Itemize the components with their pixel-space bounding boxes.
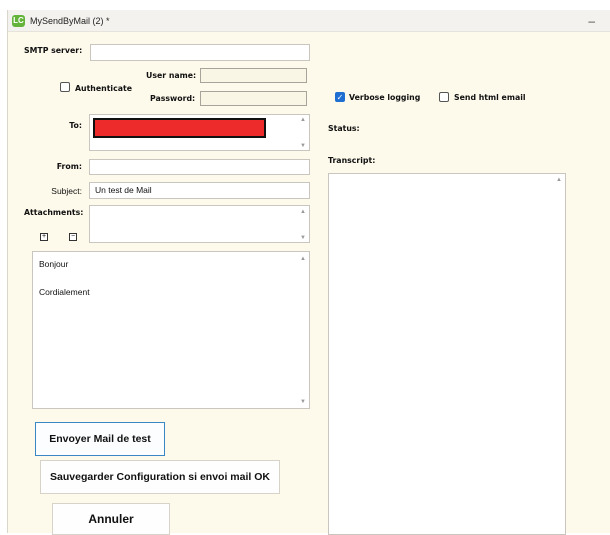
scroll-down-arrow-icon[interactable]: ▼: [300, 399, 306, 405]
send-test-mail-button[interactable]: Envoyer Mail de test: [35, 422, 165, 456]
subject-input[interactable]: Un test de Mail: [89, 182, 310, 199]
status-label: Status:: [328, 124, 360, 133]
remove-attachment-button[interactable]: −: [69, 233, 77, 241]
send-html-email-checkbox[interactable]: [439, 92, 449, 102]
attachments-list[interactable]: ▲ ▼: [89, 205, 310, 243]
attachments-scrollbar[interactable]: ▲ ▼: [298, 206, 309, 242]
add-attachment-button[interactable]: +: [40, 233, 48, 241]
smtp-server-input[interactable]: [90, 44, 310, 61]
checkmark-icon: ✓: [336, 93, 344, 102]
smtp-server-label: SMTP server:: [24, 46, 83, 55]
password-label: Password:: [150, 94, 196, 103]
from-label: From:: [56, 162, 82, 171]
scroll-up-arrow-icon[interactable]: ▲: [300, 256, 306, 262]
transcript-scrollbar[interactable]: ▲: [554, 174, 565, 534]
app-logo-icon: LC: [12, 15, 25, 27]
app-window: LC MySendByMail (2) * – SMTP server: Aut…: [7, 10, 610, 535]
attachments-label: Attachments:: [24, 208, 84, 217]
from-input[interactable]: [89, 159, 310, 175]
window-title: MySendByMail (2) *: [30, 16, 110, 26]
subject-label: Subject:: [51, 186, 82, 196]
authenticate-checkbox[interactable]: [60, 82, 70, 92]
body-line-closing: Cordialement: [39, 287, 90, 297]
verbose-logging-checkbox[interactable]: ✓: [335, 92, 345, 102]
redacted-recipient: [93, 118, 266, 138]
title-bar: LC MySendByMail (2) * –: [8, 10, 610, 32]
authenticate-label: Authenticate: [75, 84, 132, 93]
message-body[interactable]: Bonjour Cordialement ▲ ▼: [32, 251, 310, 409]
send-html-email-label: Send html email: [454, 93, 526, 102]
save-configuration-button[interactable]: Sauvegarder Configuration si envoi mail …: [40, 460, 280, 494]
transcript-label: Transcript:: [328, 156, 376, 165]
username-input[interactable]: [200, 68, 307, 83]
scroll-down-arrow-icon[interactable]: ▼: [300, 235, 306, 241]
minimize-icon[interactable]: –: [588, 14, 595, 28]
verbose-logging-label: Verbose logging: [349, 93, 421, 102]
password-input[interactable]: [200, 91, 307, 106]
body-line-greeting: Bonjour: [39, 259, 69, 269]
cancel-button[interactable]: Annuler: [52, 503, 170, 535]
scroll-up-arrow-icon[interactable]: ▲: [556, 177, 562, 183]
to-scrollbar[interactable]: ▲ ▼: [298, 115, 309, 150]
to-input[interactable]: ▲ ▼: [89, 114, 310, 151]
username-label: User name:: [146, 71, 197, 80]
scroll-up-arrow-icon[interactable]: ▲: [300, 209, 306, 215]
body-scrollbar[interactable]: ▲ ▼: [298, 252, 309, 408]
to-label: To:: [69, 121, 82, 130]
scroll-up-arrow-icon[interactable]: ▲: [300, 117, 306, 123]
scroll-down-arrow-icon[interactable]: ▼: [300, 143, 306, 149]
transcript-area[interactable]: ▲: [328, 173, 566, 535]
